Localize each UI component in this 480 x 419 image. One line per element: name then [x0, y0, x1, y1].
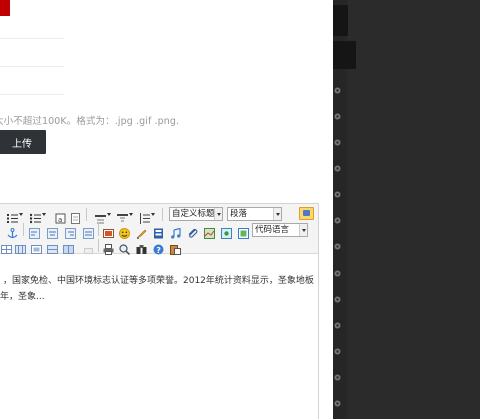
editor-toolbar: a 自定义标题 段落 代码语言 ? — [0, 204, 318, 256]
image-preview-thumbnail — [0, 0, 10, 16]
align-right-icon[interactable] — [65, 224, 76, 239]
gear-icon — [334, 392, 341, 407]
gear-icon — [334, 183, 341, 198]
attachment-icon[interactable] — [187, 224, 198, 238]
paragraph-format-select[interactable]: 段落 — [227, 207, 282, 221]
row-spacing-top-icon[interactable] — [95, 209, 111, 224]
gmap-icon[interactable] — [221, 224, 232, 239]
paragraph-format-value: 段落 — [230, 209, 248, 219]
code-language-select[interactable]: 代码语言 — [252, 223, 308, 237]
gear-icon — [334, 157, 341, 172]
code-language-value: 代码语言 — [255, 225, 290, 235]
emoticon-icon[interactable] — [119, 224, 130, 239]
svg-text:a: a — [58, 216, 62, 224]
table-col-icon[interactable] — [31, 240, 42, 254]
content-line: ，国家免检、中国环境标志认证等多项荣誉。2012年统计资料显示，圣象地板 — [3, 276, 314, 286]
align-center-icon[interactable] — [47, 224, 58, 239]
gear-icon — [334, 131, 341, 146]
custom-heading-value: 自定义标题 — [172, 209, 215, 219]
anchor-icon[interactable] — [7, 224, 18, 239]
gear-icon — [334, 314, 341, 329]
chevron-down-icon — [273, 208, 281, 220]
fullscreen-icon[interactable] — [299, 207, 314, 220]
paste-icon[interactable] — [170, 240, 181, 255]
gear-icon — [334, 79, 341, 94]
format-painter-icon[interactable]: a — [55, 209, 66, 224]
divider — [0, 94, 64, 95]
chevron-down-icon — [214, 208, 222, 220]
split-cells-icon[interactable] — [63, 240, 74, 254]
toolbar-separator — [86, 208, 87, 221]
merge-cells-icon[interactable] — [47, 240, 58, 254]
insert-image-icon[interactable] — [103, 224, 114, 238]
clear-format-icon[interactable] — [70, 209, 81, 224]
gear-icon — [334, 262, 341, 277]
toolbar-separator — [98, 239, 99, 252]
image-upload-hint: 大小不超过100K。格式为：.jpg .gif .png. — [0, 116, 180, 127]
music-icon[interactable] — [170, 224, 181, 239]
print-icon[interactable] — [103, 240, 114, 255]
unordered-list-icon[interactable] — [29, 209, 46, 224]
preview-icon[interactable] — [119, 240, 131, 256]
gear-icon — [334, 340, 341, 355]
insert-video-icon[interactable] — [153, 224, 164, 239]
line-height-icon[interactable] — [139, 209, 155, 224]
gear-icon — [334, 209, 341, 224]
editor-content-area[interactable]: ，国家免检、中国环境标志认证等多项荣誉。2012年统计资料显示，圣象地板 年，圣… — [0, 255, 318, 305]
gear-icon — [334, 288, 341, 303]
help-icon[interactable]: ? — [153, 240, 164, 255]
align-left-icon[interactable] — [29, 224, 40, 239]
ordered-list-icon[interactable] — [7, 209, 23, 223]
upload-button[interactable]: 上传 — [0, 130, 46, 154]
custom-heading-select[interactable]: 自定义标题 — [169, 207, 223, 221]
side-panel-block — [333, 41, 356, 69]
toolbar-separator — [162, 208, 163, 221]
insert-table-icon[interactable] — [1, 240, 12, 254]
gear-icon — [334, 366, 341, 381]
insert-frame-icon[interactable] — [238, 224, 249, 239]
row-spacing-bottom-icon[interactable] — [117, 209, 133, 222]
search-replace-icon[interactable] — [136, 240, 147, 254]
rich-text-editor: a 自定义标题 段落 代码语言 ? ，国家免检、中国环境标志认证等多项荣誉。20… — [0, 203, 319, 419]
gear-icon — [334, 235, 341, 250]
side-panel-block — [333, 5, 348, 36]
map-icon[interactable] — [204, 224, 215, 239]
table-row-icon[interactable] — [15, 240, 26, 254]
divider — [0, 38, 64, 39]
toolbar-separator — [98, 223, 99, 236]
svg-text:?: ? — [156, 246, 161, 255]
align-justify-icon[interactable] — [83, 224, 94, 239]
form-panel: 大小不超过100K。格式为：.jpg .gif .png. 上传 a 自定义标题… — [0, 0, 333, 419]
scrawl-icon[interactable] — [136, 224, 147, 239]
gear-icon — [334, 105, 341, 120]
content-line: 年，圣象... — [0, 292, 45, 302]
chevron-down-icon — [299, 224, 307, 236]
divider — [0, 66, 64, 67]
toolbar-separator — [23, 223, 24, 236]
table-disabled-icon — [83, 240, 94, 254]
